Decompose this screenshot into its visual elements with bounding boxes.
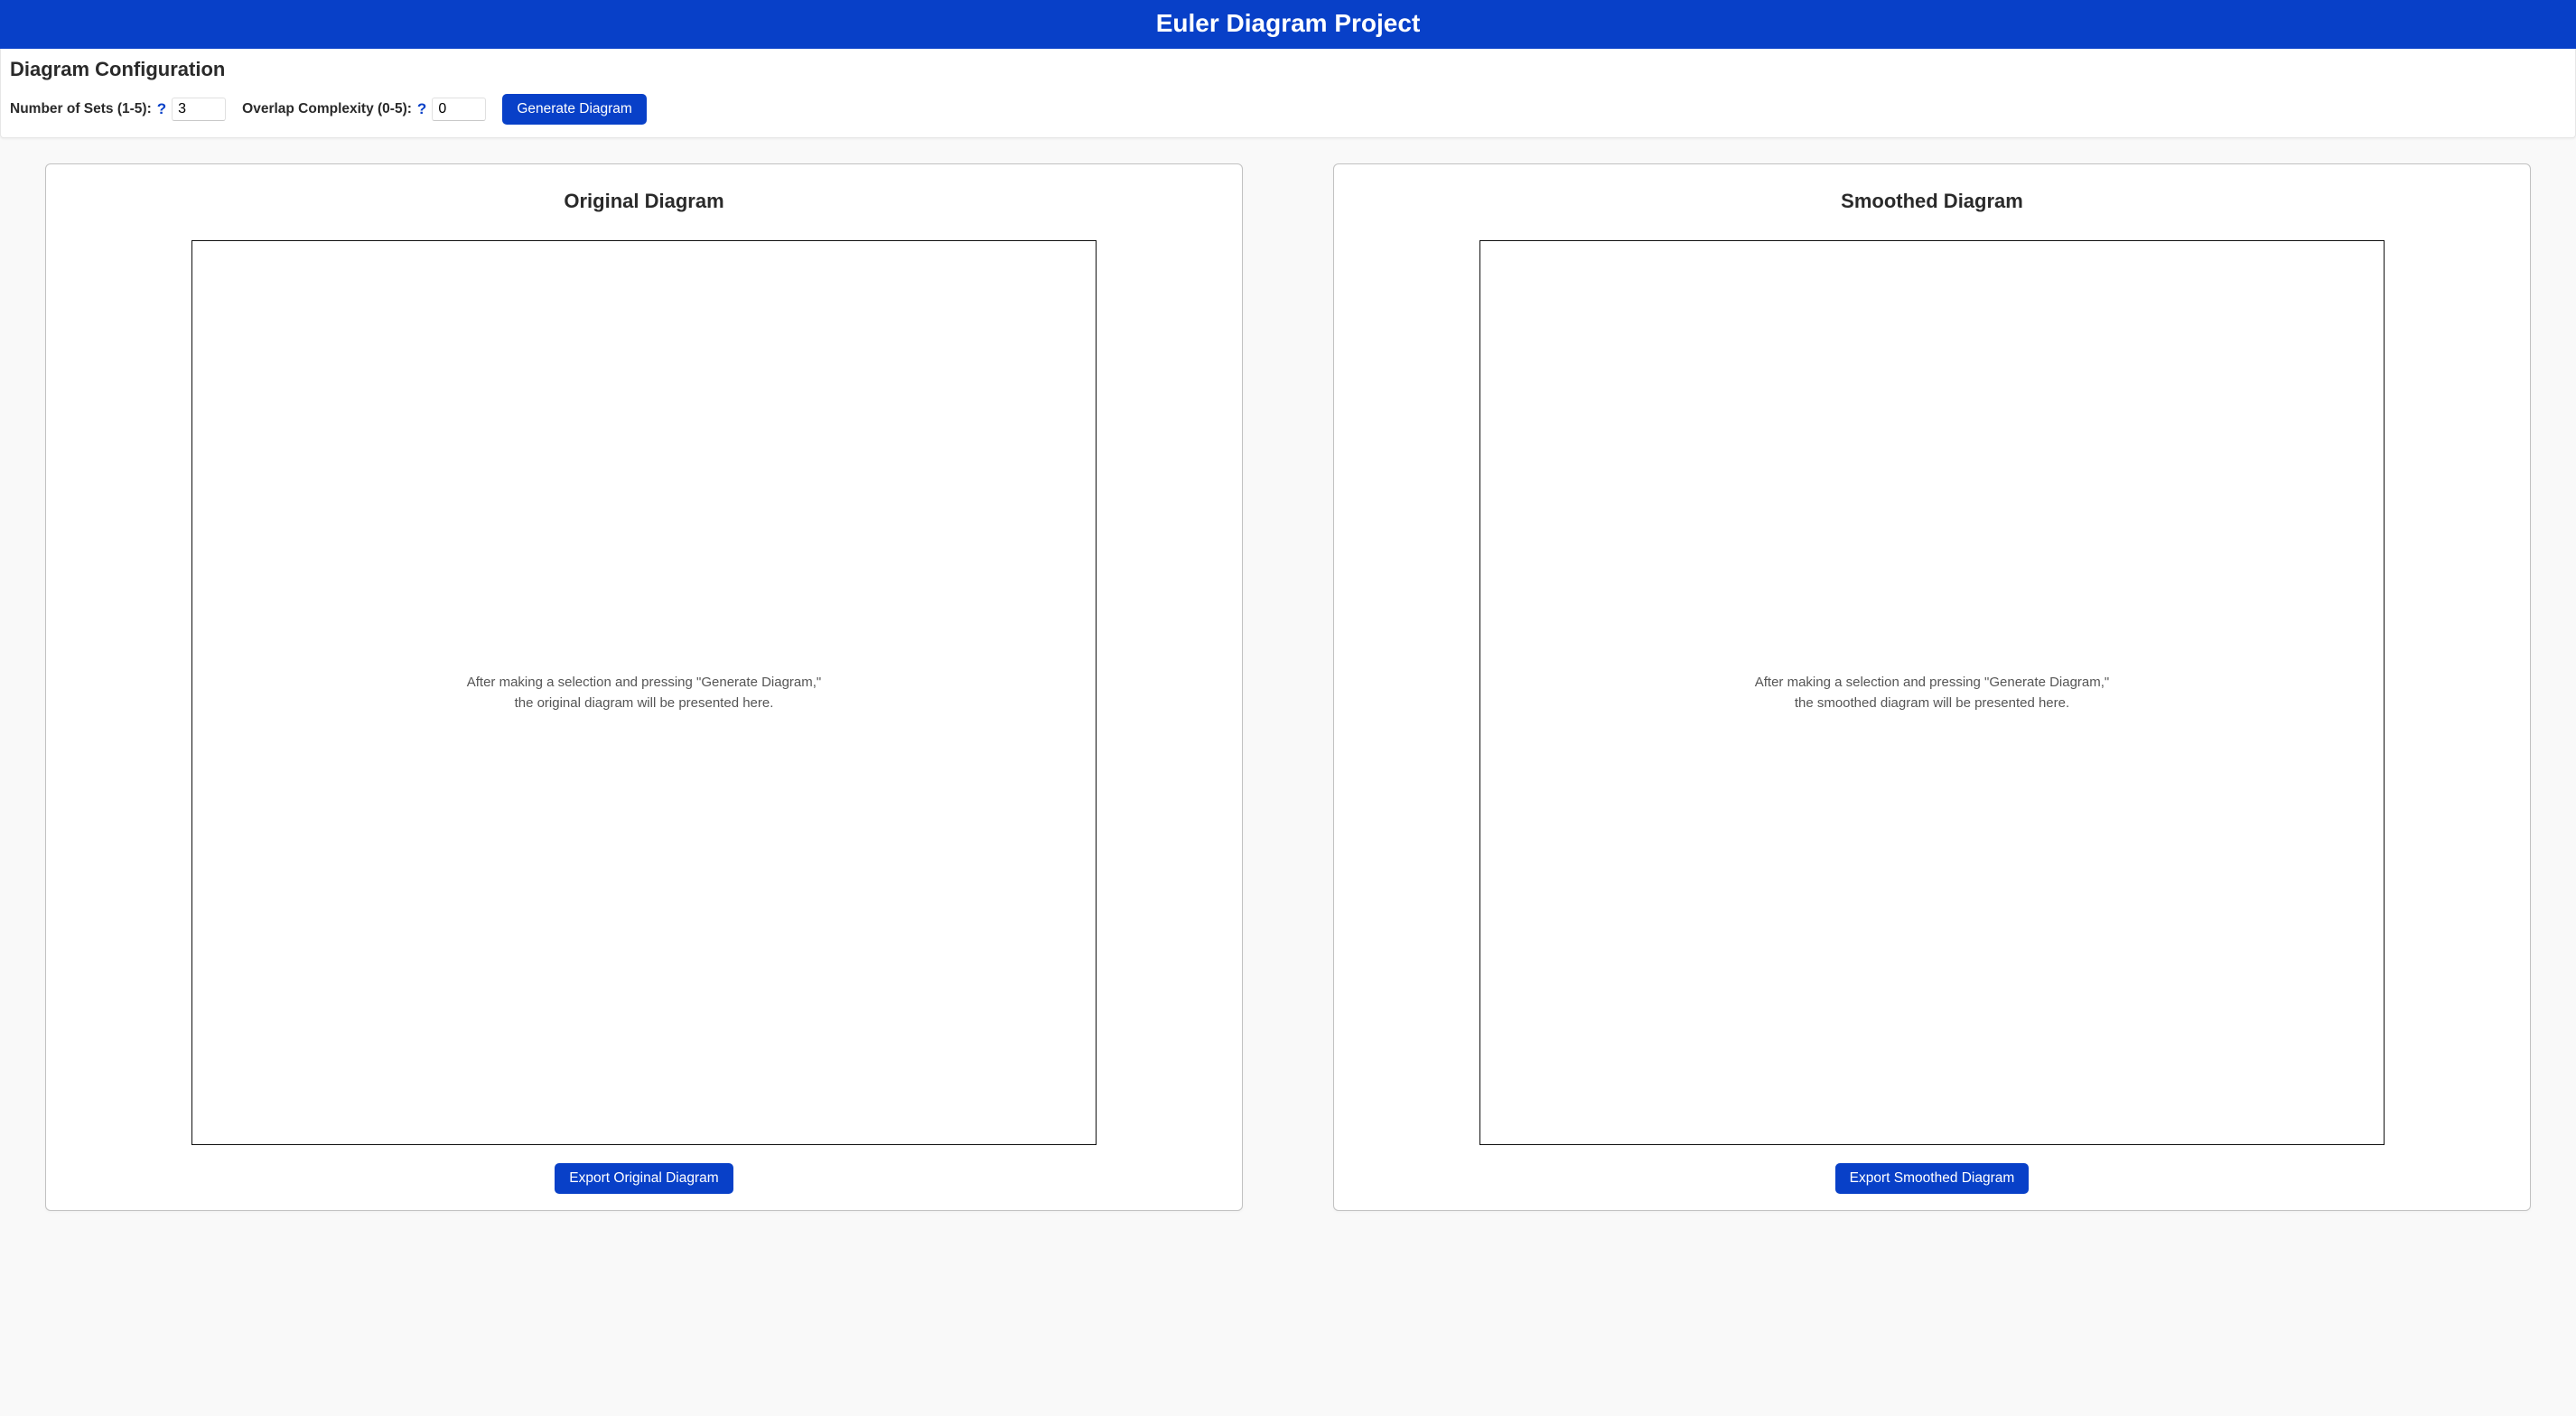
num-sets-input[interactable] xyxy=(172,98,226,121)
page-header: Euler Diagram Project xyxy=(0,0,2576,49)
smoothed-diagram-panel: Smoothed Diagram After making a selectio… xyxy=(1333,163,2531,1211)
smoothed-panel-title: Smoothed Diagram xyxy=(1841,190,2023,213)
export-original-button[interactable]: Export Original Diagram xyxy=(555,1163,733,1194)
page-title: Euler Diagram Project xyxy=(0,9,2576,38)
original-placeholder-line: After making a selection and pressing "G… xyxy=(467,675,822,690)
original-panel-title: Original Diagram xyxy=(564,190,723,213)
smoothed-placeholder-line: After making a selection and pressing "G… xyxy=(1755,675,2110,690)
config-item-overlap: Overlap Complexity (0-5): ? xyxy=(242,98,486,121)
help-icon[interactable]: ? xyxy=(157,100,166,118)
original-diagram-canvas: After making a selection and pressing "G… xyxy=(191,240,1097,1145)
panels-row: Original Diagram After making a selectio… xyxy=(0,138,2576,1229)
generate-button[interactable]: Generate Diagram xyxy=(502,94,647,125)
smoothed-diagram-canvas: After making a selection and pressing "G… xyxy=(1479,240,2385,1145)
help-icon[interactable]: ? xyxy=(417,100,426,118)
original-placeholder-line: the original diagram will be presented h… xyxy=(515,695,774,711)
config-panel-title: Diagram Configuration xyxy=(10,58,2566,81)
original-diagram-panel: Original Diagram After making a selectio… xyxy=(45,163,1243,1211)
smoothed-placeholder-line: the smoothed diagram will be presented h… xyxy=(1795,695,2069,711)
overlap-label: Overlap Complexity (0-5): xyxy=(242,101,412,117)
config-item-num-sets: Number of Sets (1-5): ? xyxy=(10,98,226,121)
num-sets-label: Number of Sets (1-5): xyxy=(10,101,152,117)
config-row: Number of Sets (1-5): ? Overlap Complexi… xyxy=(10,94,2566,125)
export-smoothed-button[interactable]: Export Smoothed Diagram xyxy=(1835,1163,2030,1194)
config-panel: Diagram Configuration Number of Sets (1-… xyxy=(0,49,2576,138)
overlap-input[interactable] xyxy=(432,98,486,121)
